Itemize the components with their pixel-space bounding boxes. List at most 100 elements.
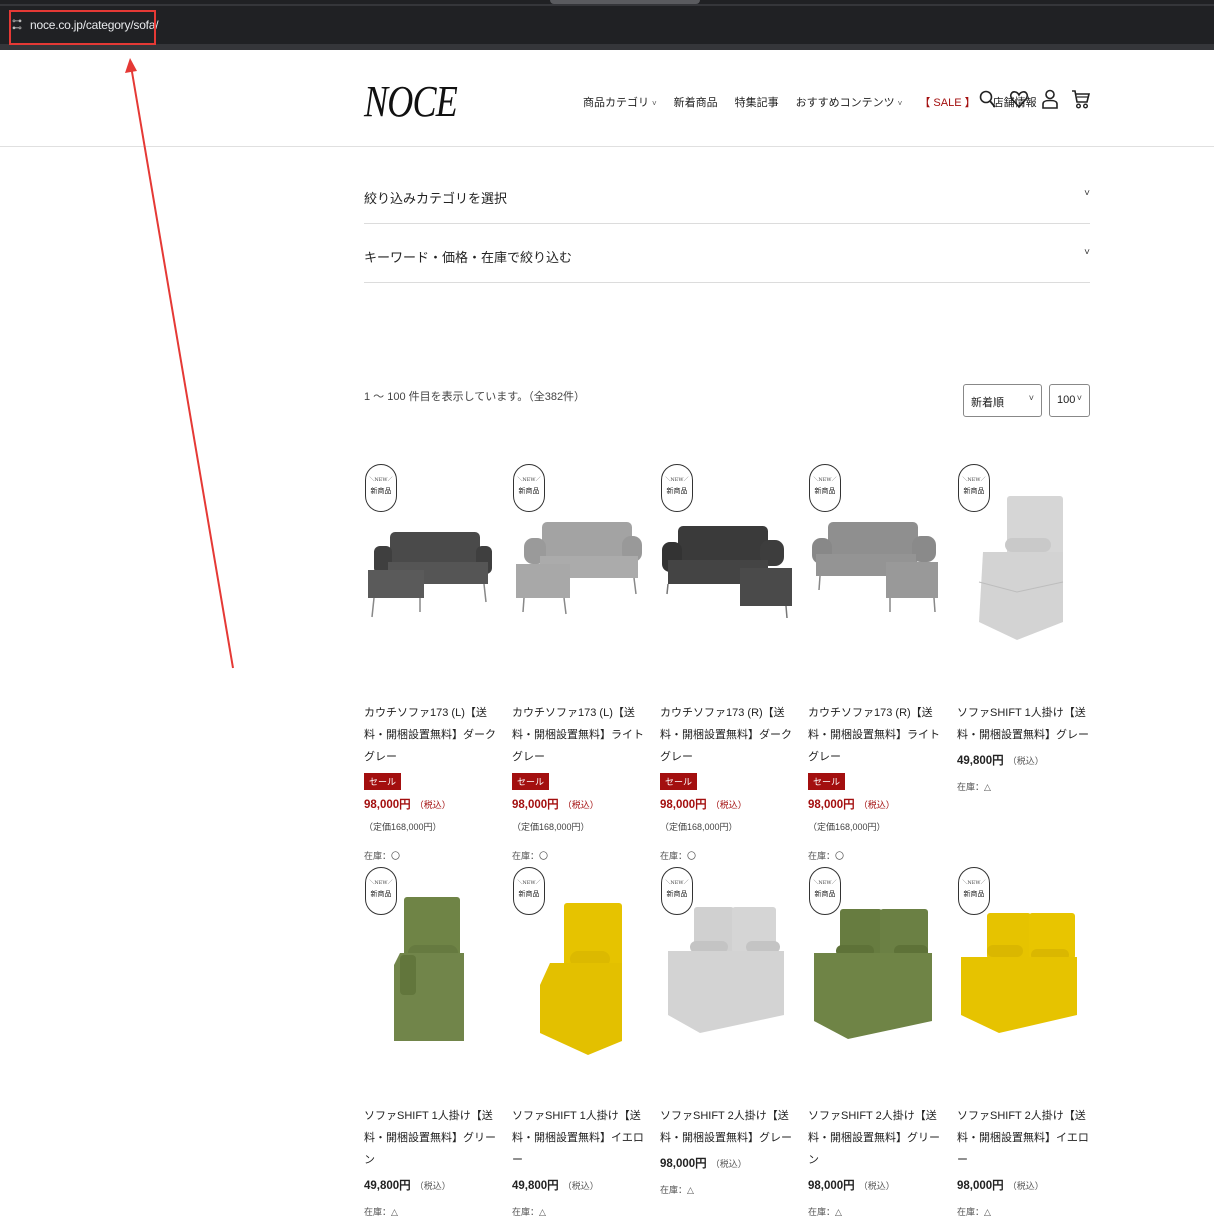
product-name[interactable]: カウチソファ173 (R)【送料・開梱設置無料】ダークグレー — [660, 702, 793, 768]
product-image[interactable]: ＼NEW／ 新商品 — [364, 462, 497, 682]
tax-note: （税込） — [562, 800, 599, 810]
chevron-down-icon: ˅ — [1076, 393, 1082, 403]
product-name[interactable]: ソファSHIFT 1人掛け【送料・開梱設置無料】グリーン — [364, 1105, 497, 1171]
site-header: NOCE 商品カテゴリ ˅ 新着商品 特集記事 おすすめコンテンツ ˅ 【 SALE… — [0, 50, 1214, 147]
product-card[interactable]: ＼NEW／ 新商品 カウチソファ173 (L)【送料・開梱設置無料】ライトグレー … — [512, 462, 645, 862]
product-image[interactable]: ＼NEW／ 新商品 — [512, 865, 645, 1085]
product-card[interactable]: ＼NEW／ 新商品 ソファSHIFT 1人掛け【送料・開梱設置無料】グレー 49,… — [957, 462, 1090, 793]
site-logo[interactable]: NOCE — [364, 76, 458, 127]
tax-note: （税込） — [710, 1159, 747, 1169]
user-icon[interactable] — [1040, 88, 1060, 110]
stock-status: 在庫：〇 — [364, 851, 401, 861]
nav-item-recommended[interactable]: おすすめコンテンツ ˅ — [796, 94, 903, 110]
new-badge: ＼NEW／ 新商品 — [365, 464, 397, 512]
nav-item-new[interactable]: 新着商品 — [674, 94, 718, 110]
product-card[interactable]: ＼NEW／ 新商品 ソファSHIFT 2人掛け【送料・開梱設置無料】イエロー 98… — [957, 865, 1090, 1218]
price-line: 98,000円 （税込） — [808, 796, 941, 812]
chevron-down-icon: ˅ — [897, 99, 903, 108]
product-name[interactable]: ソファSHIFT 2人掛け【送料・開梱設置無料】グレー — [660, 1105, 793, 1149]
original-price: （定価168,000円） — [808, 822, 886, 832]
per-page-select[interactable]: 100 ˅ — [1049, 384, 1090, 417]
product-price: 49,800円 — [957, 755, 1004, 767]
product-name[interactable]: カウチソファ173 (R)【送料・開梱設置無料】ライトグレー — [808, 702, 941, 768]
price-line: 98,000円 （税込） — [808, 1177, 941, 1193]
new-badge-label: 新商品 — [814, 891, 836, 898]
cart-icon[interactable] — [1071, 88, 1091, 110]
product-price: 98,000円 — [808, 1180, 855, 1192]
product-card[interactable]: ＼NEW／ 新商品 ソファSHIFT 2人掛け【送料・開梱設置無料】グレー 98,… — [660, 865, 793, 1196]
category-filter[interactable]: 絞り込みカテゴリを選択 ˅ — [364, 166, 1090, 224]
price-line: 49,800円 （税込） — [364, 1177, 497, 1193]
results-count: 1 ～ 100 件目を表示しています。（全382件） — [364, 391, 586, 403]
nav-item-category[interactable]: 商品カテゴリ ˅ — [583, 94, 657, 110]
new-badge-top: ＼NEW／ — [665, 477, 689, 483]
new-badge-top: ＼NEW／ — [813, 880, 837, 886]
new-badge-top: ＼NEW／ — [517, 880, 541, 886]
url-highlight-box — [9, 10, 156, 45]
nav-label: 商品カテゴリ — [583, 97, 649, 109]
product-image[interactable]: ＼NEW／ 新商品 — [808, 865, 941, 1085]
sort-select[interactable]: 新着順 ˅ — [963, 384, 1042, 417]
stock-status: 在庫：〇 — [808, 851, 845, 861]
new-badge-label: 新商品 — [370, 891, 392, 898]
keyword-filter[interactable]: キーワード・価格・在庫で絞り込む ˅ — [364, 225, 1090, 283]
product-name[interactable]: ソファSHIFT 2人掛け【送料・開梱設置無料】グリーン — [808, 1105, 941, 1171]
product-card[interactable]: ＼NEW／ 新商品 カウチソファ173 (R)【送料・開梱設置無料】ライトグレー … — [808, 462, 941, 862]
chevron-down-icon: ˅ — [1028, 393, 1034, 403]
product-card[interactable]: ＼NEW／ 新商品 ソファSHIFT 1人掛け【送料・開梱設置無料】グリーン 49… — [364, 865, 497, 1218]
nav-label: 特集記事 — [734, 97, 779, 109]
nav-item-sale[interactable]: 【 SALE 】 — [919, 94, 975, 110]
sort-select-value: 新着順 — [971, 397, 1004, 409]
new-badge-label: 新商品 — [814, 488, 836, 495]
product-name[interactable]: ソファSHIFT 1人掛け【送料・開梱設置無料】グレー — [957, 702, 1090, 746]
chevron-down-icon[interactable]: ˅ — [1084, 247, 1090, 258]
chevron-down-icon: ˅ — [652, 99, 657, 108]
stock-status: 在庫：〇 — [660, 851, 697, 861]
product-price: 49,800円 — [512, 1180, 559, 1192]
new-badge: ＼NEW／ 新商品 — [365, 867, 397, 915]
tab-strip — [0, 0, 1214, 4]
product-name[interactable]: カウチソファ173 (L)【送料・開梱設置無料】ダークグレー — [364, 702, 497, 768]
product-card[interactable]: ＼NEW／ 新商品 ソファSHIFT 1人掛け【送料・開梱設置無料】イエロー 49… — [512, 865, 645, 1218]
product-name[interactable]: カウチソファ173 (L)【送料・開梱設置無料】ライトグレー — [512, 702, 645, 768]
original-price: （定価168,000円） — [660, 822, 738, 832]
nav-item-features[interactable]: 特集記事 — [735, 94, 779, 110]
price-line: 98,000円 （税込） — [660, 796, 793, 812]
product-price: 98,000円 — [512, 799, 559, 811]
new-badge: ＼NEW／ 新商品 — [661, 867, 693, 915]
tax-note: （税込） — [858, 1181, 895, 1191]
new-badge: ＼NEW／ 新商品 — [958, 867, 990, 915]
product-image[interactable]: ＼NEW／ 新商品 — [957, 865, 1090, 1085]
product-card[interactable]: ＼NEW／ 新商品 ソファSHIFT 2人掛け【送料・開梱設置無料】グリーン 98… — [808, 865, 941, 1218]
new-badge-top: ＼NEW／ — [813, 477, 837, 483]
per-page-select-value: 100 — [1057, 394, 1076, 406]
new-badge-label: 新商品 — [518, 891, 540, 898]
stock-status: 在庫：△ — [364, 1207, 398, 1217]
tax-note: （税込） — [414, 800, 451, 810]
address-bar[interactable] — [0, 6, 1214, 44]
stock-status: 在庫：△ — [512, 1207, 546, 1217]
product-image[interactable]: ＼NEW／ 新商品 — [957, 462, 1090, 682]
heart-icon[interactable] — [1009, 88, 1029, 110]
new-badge: ＼NEW／ 新商品 — [809, 464, 841, 512]
product-image[interactable]: ＼NEW／ 新商品 — [808, 462, 941, 682]
stock-status: 在庫：△ — [957, 1207, 991, 1217]
new-badge: ＼NEW／ 新商品 — [809, 867, 841, 915]
product-name[interactable]: ソファSHIFT 2人掛け【送料・開梱設置無料】イエロー — [957, 1105, 1090, 1171]
sale-tag: セール — [808, 773, 846, 790]
product-image[interactable]: ＼NEW／ 新商品 — [512, 462, 645, 682]
stock-status: 在庫：△ — [660, 1185, 694, 1195]
new-badge-top: ＼NEW／ — [962, 477, 986, 483]
product-name[interactable]: ソファSHIFT 1人掛け【送料・開梱設置無料】イエロー — [512, 1105, 645, 1171]
price-line: 98,000円 （税込） — [512, 796, 645, 812]
product-image[interactable]: ＼NEW／ 新商品 — [364, 865, 497, 1085]
product-image[interactable]: ＼NEW／ 新商品 — [660, 865, 793, 1085]
new-badge-label: 新商品 — [963, 488, 985, 495]
product-card[interactable]: ＼NEW／ 新商品 カウチソファ173 (R)【送料・開梱設置無料】ダークグレー … — [660, 462, 793, 862]
product-price: 98,000円 — [808, 799, 855, 811]
chevron-down-icon[interactable]: ˅ — [1084, 188, 1090, 199]
product-image[interactable]: ＼NEW／ 新商品 — [660, 462, 793, 682]
product-card[interactable]: ＼NEW／ 新商品 カウチソファ173 (L)【送料・開梱設置無料】ダークグレー … — [364, 462, 497, 862]
search-icon[interactable] — [978, 88, 998, 110]
product-price: 98,000円 — [660, 799, 707, 811]
